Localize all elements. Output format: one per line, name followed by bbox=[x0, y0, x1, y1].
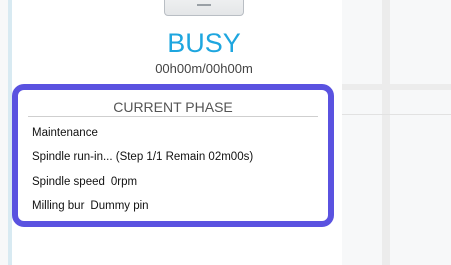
grid-rule-horizontal bbox=[342, 84, 451, 90]
milling-machine-icon bbox=[164, 0, 244, 16]
grid-rule-line bbox=[342, 114, 451, 115]
elapsed-time: 00h00m/00h00m bbox=[155, 61, 253, 76]
milling-bur-row: Milling bur Dummy pin bbox=[32, 198, 149, 214]
spindle-speed-value: 0rpm bbox=[110, 176, 138, 188]
machine-status: BUSY bbox=[167, 28, 241, 58]
column-divider bbox=[382, 0, 390, 265]
current-phase-card: CURRENT PHASE Maintenance Spindle run-in… bbox=[12, 84, 334, 227]
spindle-speed-label: Spindle speed bbox=[32, 176, 105, 188]
machine-slot bbox=[197, 4, 211, 6]
milling-bur-label: Milling bur bbox=[32, 200, 85, 212]
spindle-speed-row: Spindle speed 0rpm bbox=[32, 174, 137, 190]
phase-divider bbox=[28, 116, 318, 117]
current-phase-title: CURRENT PHASE bbox=[113, 99, 233, 115]
phase-name: Maintenance bbox=[32, 127, 98, 139]
phase-step: Spindle run-in... (Step 1/1 Remain 02m00… bbox=[32, 151, 254, 163]
milling-bur-value: Dummy pin bbox=[90, 200, 149, 212]
